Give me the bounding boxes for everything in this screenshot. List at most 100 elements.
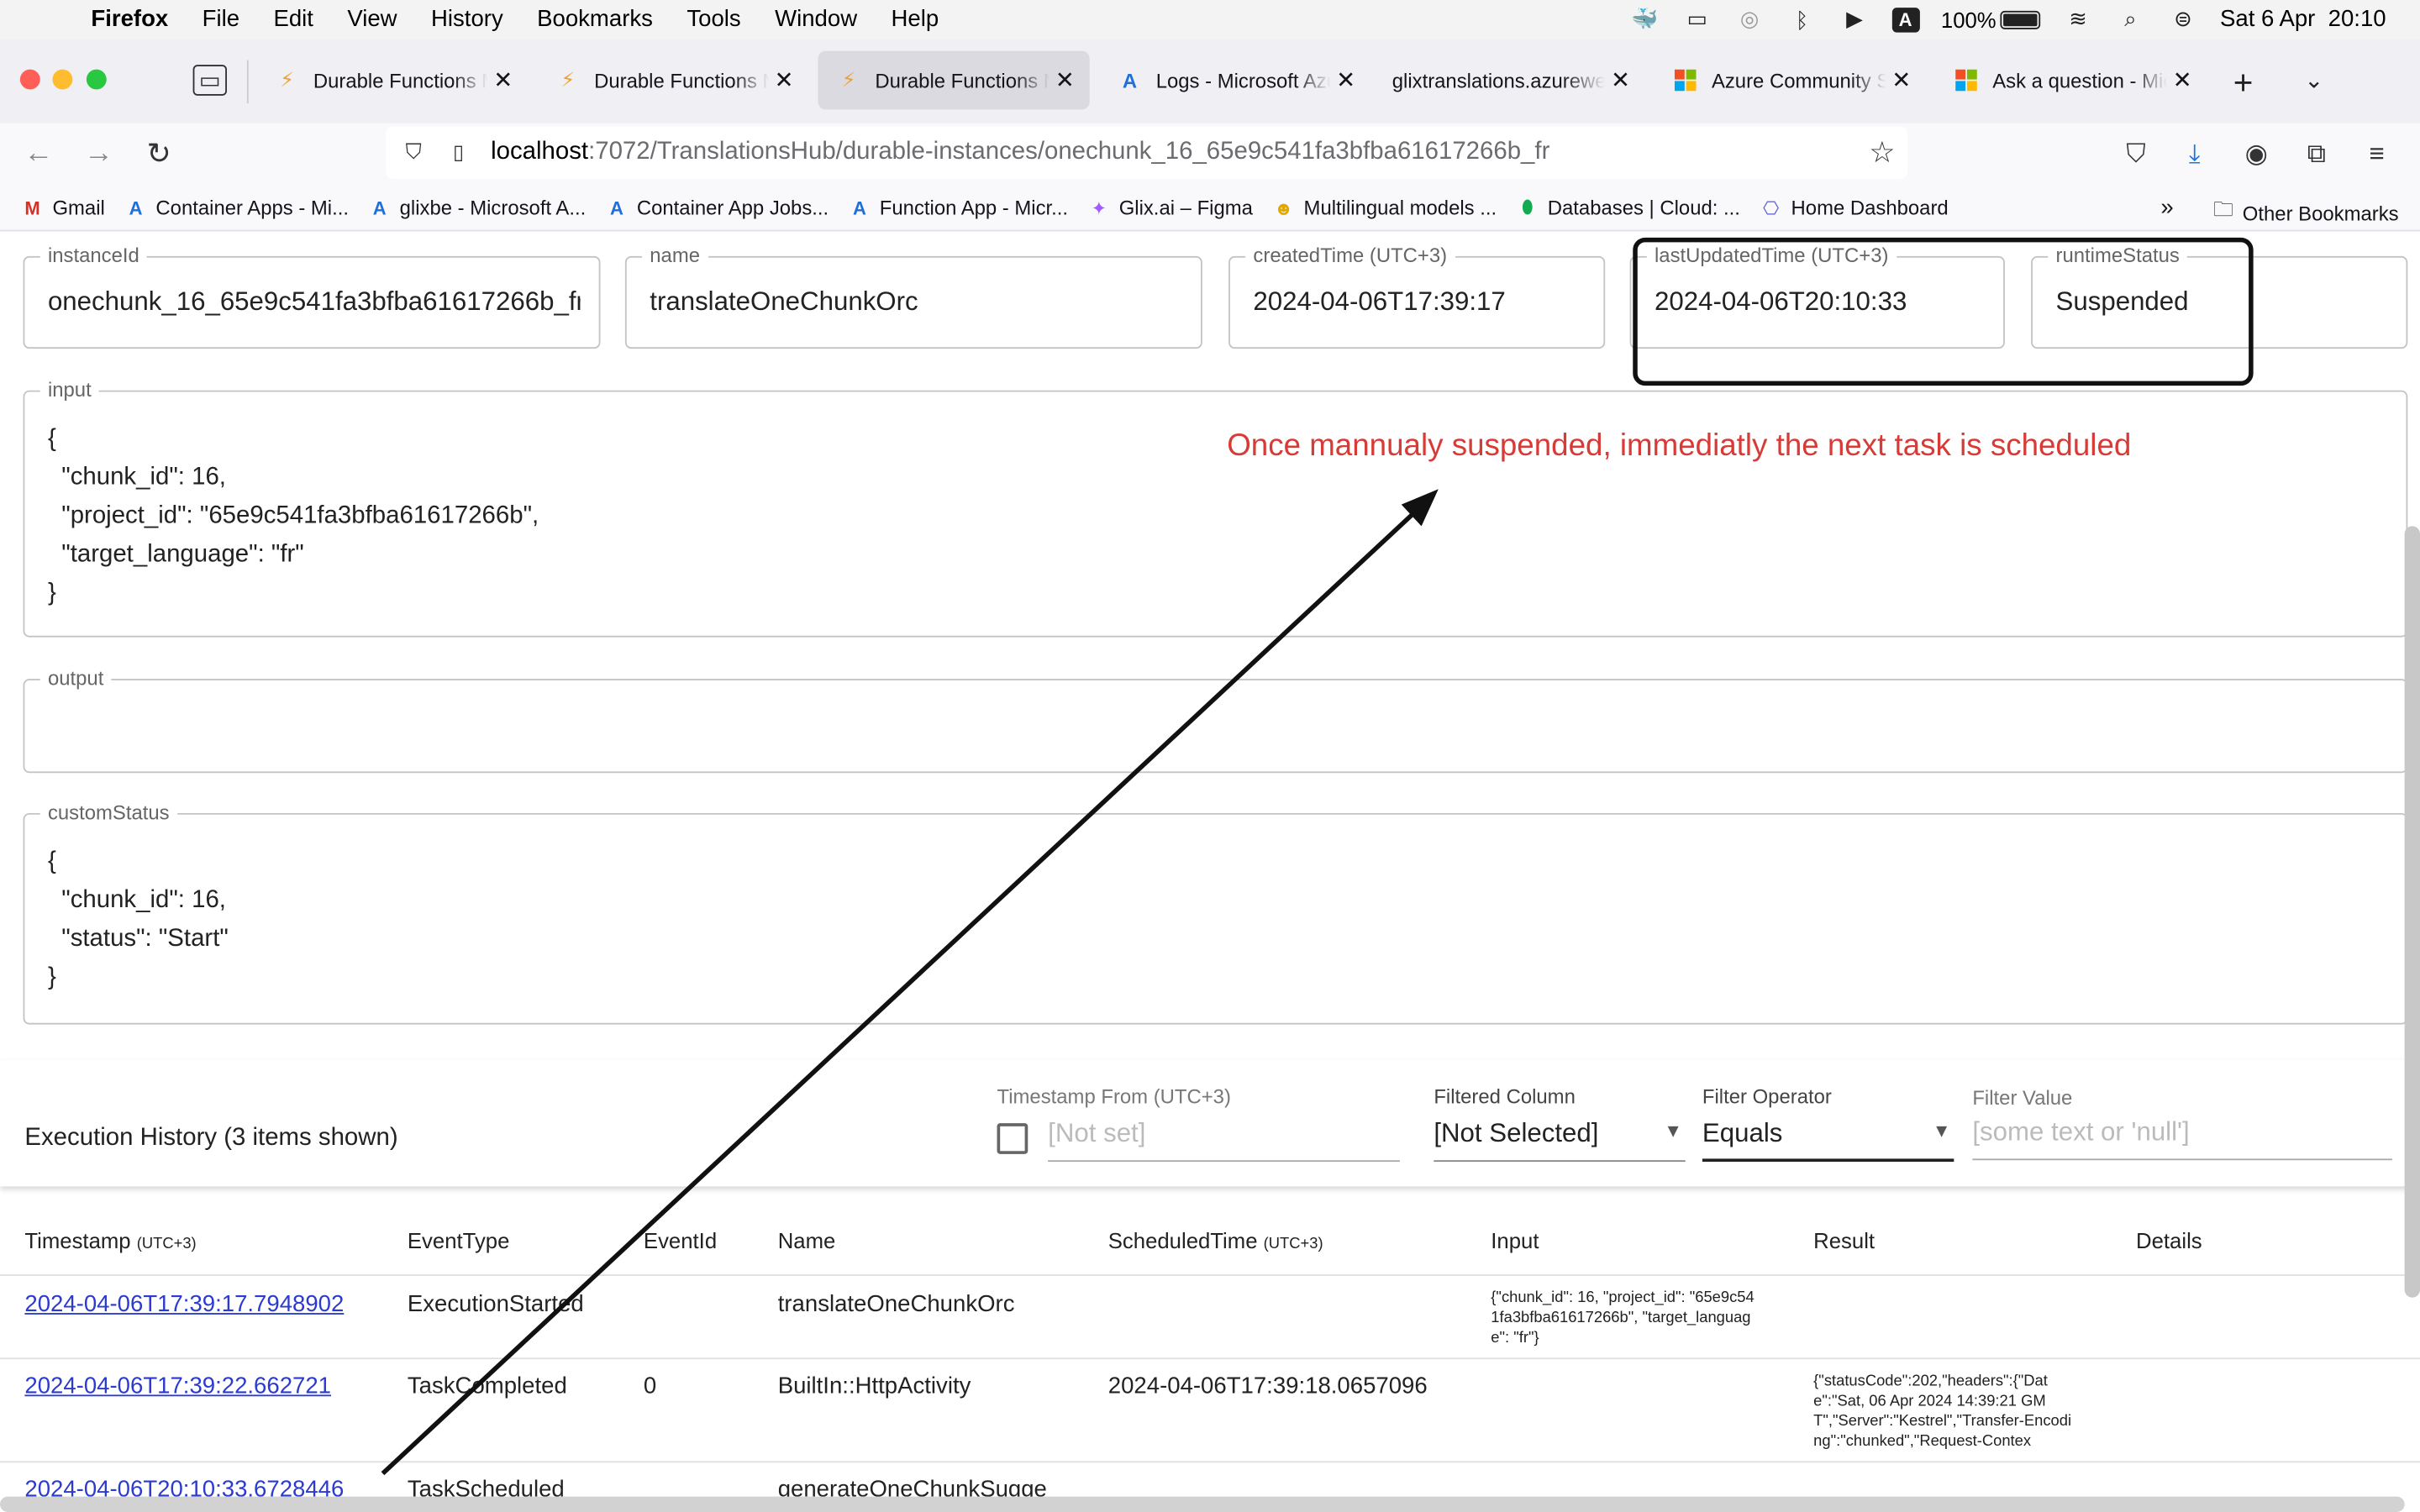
tab-logs-azure[interactable]: A Logs - Microsoft Azure ✕ [1099, 51, 1370, 110]
bookmark-home-dashboard[interactable]: ⎔ Home Dashboard [1760, 196, 1949, 219]
menu-edit[interactable]: Edit [273, 6, 313, 32]
bookmark-databases[interactable]: ⬮ Databases | Cloud: ... [1517, 196, 1740, 219]
column-header-event-id[interactable]: EventId [644, 1228, 717, 1252]
list-all-tabs-icon[interactable]: ⌄ [2304, 66, 2323, 94]
timestamp-from-input[interactable]: [Not set] [1048, 1119, 1400, 1163]
filter-value-input[interactable]: [some text or 'null'] [1972, 1117, 2392, 1161]
column-header-result[interactable]: Result [1813, 1228, 1875, 1252]
url-text[interactable]: localhost:7072/TranslationsHub/durable-i… [491, 139, 1549, 166]
battery-status[interactable]: 100% [1941, 7, 2041, 32]
timestamp-link[interactable]: 2024-04-06T17:39:17.7948902 [24, 1291, 344, 1317]
tab-glixtranslations[interactable]: glixtranslations.azurewebsites ✕ [1374, 51, 1645, 110]
wifi-icon[interactable]: ≋ [2063, 6, 2094, 31]
menu-help[interactable]: Help [892, 6, 939, 32]
instance-id-field[interactable]: instanceId onechunk_16_65e9c541fa3bfba61… [23, 244, 601, 349]
microsoft-icon [1954, 68, 1978, 92]
menu-app-name[interactable]: Firefox [91, 6, 168, 32]
reload-icon[interactable]: ↻ [140, 136, 177, 173]
column-header-timestamp[interactable]: Timestamp (UTC+3) [24, 1228, 196, 1252]
back-icon[interactable]: ← [20, 136, 57, 173]
bookmark-star-icon[interactable]: ☆ [1869, 136, 1895, 171]
menu-window[interactable]: Window [775, 6, 857, 32]
bookmark-label: Function App - Micr... [879, 196, 1069, 219]
close-tab-icon[interactable]: ✕ [1050, 66, 1081, 94]
close-tab-icon[interactable]: ✕ [1330, 66, 1361, 94]
docker-icon[interactable]: 🐳 [1629, 6, 1660, 31]
execution-history-toolbar: Execution History (3 items shown) Timest… [0, 1059, 2420, 1187]
new-tab-button[interactable]: + [2233, 63, 2254, 103]
column-header-details[interactable]: Details [2136, 1228, 2202, 1252]
scheduled-time-cell: 2024-04-06T17:39:18.0657096 [1107, 1373, 1428, 1399]
column-header-event-type[interactable]: EventType [408, 1228, 510, 1252]
window-close-button[interactable] [19, 69, 40, 90]
event-type-cell: TaskCompleted [407, 1373, 567, 1399]
extensions-icon[interactable]: ⧉ [2300, 137, 2333, 171]
airdrop-icon[interactable]: ◎ [1734, 6, 1765, 31]
address-bar[interactable]: ⛉ ▯ localhost:7072/TranslationsHub/durab… [386, 126, 1908, 180]
field-value: { "chunk_id": 16, "status": "Start" } [47, 848, 229, 991]
output-field[interactable]: output [23, 666, 2408, 774]
vertical-scrollbar[interactable] [2404, 526, 2420, 1298]
downloads-icon[interactable]: ⤓ [2178, 137, 2212, 171]
bookmark-label: Home Dashboard [1791, 196, 1949, 219]
bookmark-function-app[interactable]: A Function App - Micr... [849, 196, 1068, 219]
bookmark-figma[interactable]: ✦ Glix.ai – Figma [1088, 196, 1253, 219]
spotlight-search-icon[interactable]: ⌕ [2115, 6, 2146, 31]
bookmark-glixbe[interactable]: Aglixbe - Microsoft A... [369, 196, 586, 219]
bookmark-container-apps[interactable]: A Container Apps - Mi... [125, 196, 349, 219]
menu-hamburger-icon[interactable]: ≡ [2360, 137, 2393, 171]
bookmark-container-app-jobs[interactable]: A Container App Jobs... [606, 196, 829, 219]
tab-ask-question[interactable]: Ask a question - Microsoft ✕ [1935, 51, 2207, 110]
tab-durable-functions-2[interactable]: ⚡ Durable Functions Monitor ✕ [537, 51, 808, 110]
horizontal-scrollbar[interactable] [0, 1496, 2405, 1512]
other-bookmarks[interactable]: 🗀 Other Bookmarks [2213, 196, 2399, 229]
tab-azure-community[interactable]: Azure Community Support ✕ [1655, 51, 1926, 110]
input-source-icon[interactable]: A [1891, 7, 1920, 32]
control-center-icon[interactable]: ⊜ [2168, 6, 2199, 31]
name-field[interactable]: name translateOneChunkOrc [624, 244, 1202, 349]
name-cell: BuiltIn::HttpActivity [777, 1373, 971, 1399]
close-tab-icon[interactable]: ✕ [487, 66, 518, 94]
menu-view[interactable]: View [347, 6, 397, 32]
bookmark-label: Databases | Cloud: ... [1547, 196, 1740, 219]
filter-operator-select[interactable]: Equals ▼ [1702, 1119, 1954, 1163]
bookmark-gmail[interactable]: M Gmail [22, 196, 104, 219]
created-time-field[interactable]: createdTime (UTC+3) 2024-04-06T17:39:17 [1228, 244, 1606, 349]
pocket-icon[interactable]: ⛉ [2119, 137, 2153, 171]
forward-icon[interactable]: → [81, 136, 118, 173]
menu-bookmarks[interactable]: Bookmarks [537, 6, 653, 32]
browser-nav-bar: ← → ↻ ⛉ ▯ localhost:7072/TranslationsHub… [0, 123, 2420, 186]
close-tab-icon[interactable]: ✕ [2167, 66, 2198, 94]
window-minimize-button[interactable] [52, 69, 73, 90]
menu-tools[interactable]: Tools [687, 6, 740, 32]
filtered-column-select[interactable]: [Not Selected] ▼ [1434, 1119, 1686, 1163]
firefox-view-icon[interactable]: ▭ [192, 65, 227, 96]
column-header-scheduled-time[interactable]: ScheduledTime (UTC+3) [1108, 1228, 1323, 1252]
shield-icon[interactable]: ⛉ [402, 139, 426, 166]
close-tab-icon[interactable]: ✕ [1605, 66, 1636, 94]
input-field[interactable]: input { "chunk_id": 16, "project_id": "6… [23, 378, 2408, 638]
window-zoom-button[interactable] [86, 69, 107, 90]
column-header-input[interactable]: Input [1491, 1228, 1539, 1252]
more-bookmarks-chevron-icon[interactable]: » [2160, 194, 2173, 220]
menu-history[interactable]: History [431, 6, 503, 32]
execution-history-title: Execution History (3 items shown) [24, 1124, 398, 1152]
azure-icon: A [129, 197, 143, 218]
bluetooth-icon[interactable]: ᛒ [1786, 7, 1818, 31]
bookmark-multilingual-models[interactable]: ☻ Multilingual models ... [1273, 196, 1497, 219]
page-info-icon[interactable]: ▯ [448, 140, 470, 165]
menu-file[interactable]: File [203, 6, 239, 32]
tab-title: glixtranslations.azurewebsites [1392, 68, 1606, 92]
custom-status-field[interactable]: customStatus { "chunk_id": 16, "status":… [23, 801, 2408, 1025]
tab-durable-functions-1[interactable]: ⚡ Durable Functions Monitor ✕ [256, 51, 528, 110]
timestamp-from-checkbox[interactable] [997, 1123, 1028, 1154]
close-tab-icon[interactable]: ✕ [1886, 66, 1917, 94]
play-icon[interactable]: ▶ [1839, 6, 1870, 31]
close-tab-icon[interactable]: ✕ [769, 66, 800, 94]
column-header-name[interactable]: Name [778, 1228, 836, 1252]
timestamp-link[interactable]: 2024-04-06T17:39:22.662721 [24, 1373, 331, 1399]
tab-durable-functions-3[interactable]: ⚡ Durable Functions Monitor ✕ [818, 50, 1090, 110]
display-icon[interactable]: ▭ [1681, 6, 1712, 31]
menu-clock[interactable]: Sat 6 Apr 20:10 [2220, 6, 2386, 32]
account-icon[interactable]: ◉ [2239, 137, 2273, 171]
